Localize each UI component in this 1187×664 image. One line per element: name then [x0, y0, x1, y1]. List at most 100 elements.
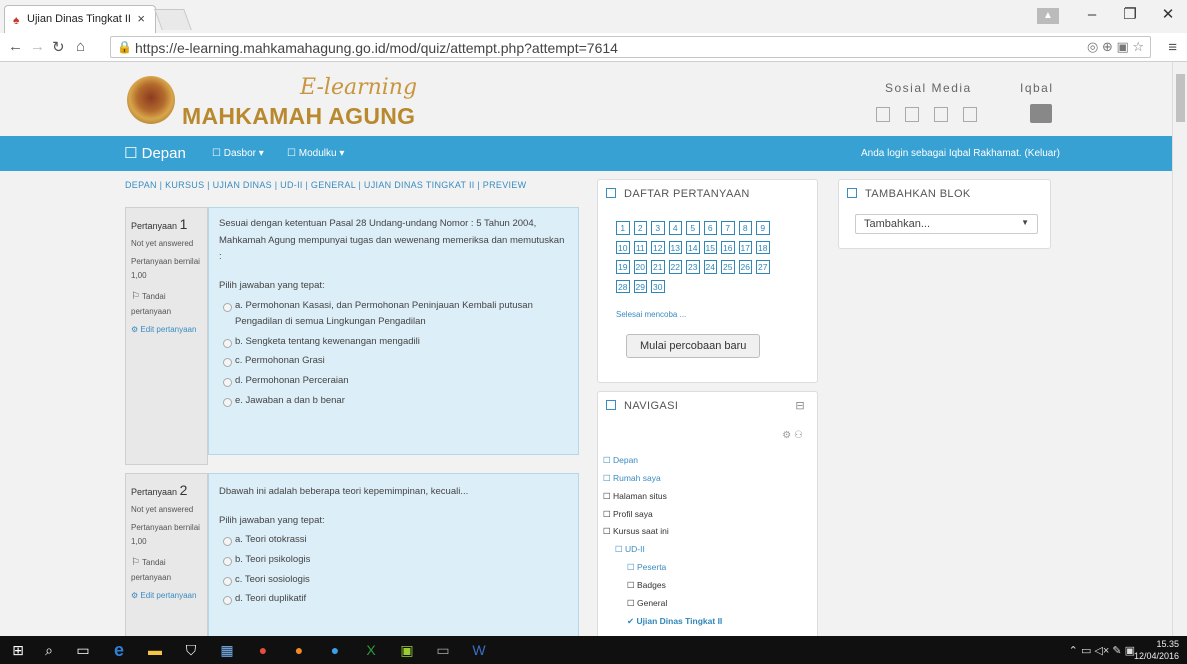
page-scrollbar[interactable]	[1172, 62, 1187, 636]
new-tab-button[interactable]	[154, 9, 192, 30]
question-number-button[interactable]: 23	[686, 260, 700, 274]
answer-option[interactable]: c. Permohonan Grasi	[219, 353, 568, 370]
answer-option[interactable]: d. Teori duplikatif	[219, 591, 568, 608]
question-number-button[interactable]: 19	[616, 260, 630, 274]
question-number-button[interactable]: 3	[651, 221, 665, 235]
add-block-select[interactable]: Tambahkan... ▼	[855, 214, 1038, 234]
nav-tree-item[interactable]: ☐ Depan	[603, 452, 722, 470]
question-number-button[interactable]: 15	[703, 240, 717, 254]
answer-option[interactable]: a. Permohonan Kasasi, dan Permohonan Pen…	[219, 298, 568, 331]
edge-icon[interactable]: e	[109, 640, 129, 660]
question-number-button[interactable]: 24	[703, 260, 717, 274]
question-number-button[interactable]: 11	[633, 240, 647, 254]
question-number-button[interactable]: 13	[668, 240, 682, 254]
nav-tree-item[interactable]: ☐ Rumah saya	[603, 470, 722, 488]
question-number-button[interactable]: 20	[633, 260, 647, 274]
extension-icons[interactable]: ◎ ⊕ ▣ ☆	[1087, 39, 1144, 55]
question-number-button[interactable]: 17	[738, 240, 752, 254]
block-actions-icon[interactable]: ⚙ ⚇	[782, 430, 803, 441]
question-number-button[interactable]: 28	[616, 279, 630, 293]
project-icon[interactable]: ▣	[397, 640, 417, 660]
nav-tree-item[interactable]: ☐ Profil saya	[603, 506, 722, 524]
question-number-button[interactable]: 8	[738, 221, 752, 235]
answer-option[interactable]: e. Jawaban a dan b benar	[219, 393, 568, 410]
question-number-button[interactable]: 29	[633, 279, 647, 293]
social-icon[interactable]	[905, 107, 919, 122]
mahkamah-agung-logo[interactable]	[127, 76, 175, 124]
nav-tree-item[interactable]: ☐ Halaman situs	[603, 488, 722, 506]
avatar[interactable]	[1030, 104, 1052, 123]
question-number-button[interactable]: 2	[633, 221, 647, 235]
login-info[interactable]: Anda login sebagai Iqbal Rakhamat. (Kelu…	[861, 148, 1060, 159]
reload-icon[interactable]: ↻	[52, 38, 65, 56]
user-name[interactable]: Iqbal	[1020, 81, 1054, 95]
collapse-icon[interactable]: ⊟	[795, 399, 805, 412]
question-number-button[interactable]: 10	[616, 240, 630, 254]
search-icon[interactable]: ⌕	[39, 640, 59, 660]
question-number-button[interactable]: 5	[686, 221, 700, 235]
question-number-button[interactable]: 14	[686, 240, 700, 254]
store-icon[interactable]: ⛉	[181, 640, 201, 660]
social-icon[interactable]	[934, 107, 948, 122]
nav-tree-item[interactable]: ☐ Badges	[603, 577, 722, 595]
nav-tree-item[interactable]: ☐ UD-II	[603, 541, 722, 559]
social-icon[interactable]	[963, 107, 977, 122]
question-number-button[interactable]: 1	[616, 221, 630, 235]
minimize-icon[interactable]: –	[1073, 0, 1111, 30]
nav-modulku-dropdown[interactable]: ☐ Modulku ▾	[287, 148, 344, 159]
question-number-button[interactable]: 7	[721, 221, 735, 235]
start-new-attempt-button[interactable]: Mulai percobaan baru	[626, 334, 761, 358]
firefox-icon[interactable]: ●	[289, 640, 309, 660]
question-number-button[interactable]: 25	[721, 260, 735, 274]
clock[interactable]: 15.35 12/04/2016	[1134, 638, 1179, 662]
question-number-button[interactable]: 18	[756, 240, 770, 254]
flag-question[interactable]: ⚐ Tandai pertanyaan	[131, 554, 202, 585]
terminal-icon[interactable]: ▭	[433, 640, 453, 660]
answer-option[interactable]: a. Teori otokrassi	[219, 532, 568, 549]
url-field[interactable]: 🔒 https://e-learning.mahkamahagung.go.id…	[110, 36, 1151, 58]
back-icon[interactable]: ←	[8, 38, 23, 55]
breadcrumb[interactable]: DEPAN | KURSUS | UJIAN DINAS | UD-II | G…	[125, 180, 526, 190]
answer-option[interactable]: d. Permohonan Perceraian	[219, 373, 568, 390]
profile-icon[interactable]: ▲	[1037, 7, 1059, 24]
file-explorer-icon[interactable]: ▬	[145, 640, 165, 660]
word-icon[interactable]: W	[469, 640, 489, 660]
forward-icon[interactable]: →	[30, 38, 45, 55]
home-icon[interactable]: ⌂	[76, 38, 85, 55]
edit-question-link[interactable]: ⚙ Edit pertanyaan	[131, 323, 202, 337]
social-icon[interactable]	[876, 107, 890, 122]
restore-icon[interactable]: ❐	[1111, 0, 1149, 30]
close-tab-icon[interactable]: ×	[137, 11, 145, 26]
question-number-button[interactable]: 12	[651, 240, 665, 254]
question-number-button[interactable]: 9	[756, 221, 770, 235]
chrome-icon[interactable]: ●	[253, 640, 273, 660]
flag-question[interactable]: ⚐ Tandai pertanyaan	[131, 288, 202, 319]
close-window-icon[interactable]: ✕	[1149, 0, 1187, 30]
question-number-button[interactable]: 4	[668, 221, 682, 235]
question-number-button[interactable]: 30	[651, 279, 665, 293]
question-number-button[interactable]: 27	[756, 260, 770, 274]
app-icon[interactable]: ▦	[217, 640, 237, 660]
menu-icon[interactable]: ≡	[1168, 39, 1177, 56]
start-icon[interactable]: ⊞	[8, 640, 28, 660]
nav-tree-item-current[interactable]: ✔ Ujian Dinas Tingkat II	[603, 613, 722, 631]
browser-tab[interactable]: ♠ Ujian Dinas Tingkat II ×	[4, 5, 156, 33]
nav-tree-item[interactable]: ☐ Kursus saat ini	[603, 523, 722, 541]
nav-dasbor-dropdown[interactable]: ☐ Dasbor ▾	[212, 148, 264, 159]
answer-option[interactable]: b. Teori psikologis	[219, 552, 568, 569]
nav-tree-item[interactable]: ☐ Peserta	[603, 559, 722, 577]
edit-question-link[interactable]: ⚙ Edit pertanyaan	[131, 589, 202, 603]
task-view-icon[interactable]: ▭	[73, 640, 93, 660]
system-tray-icons[interactable]: ⌃ ▭ ◁× ✎ ▣	[1069, 644, 1135, 657]
question-number-button[interactable]: 16	[721, 240, 735, 254]
finish-attempt-link[interactable]: Selesai mencoba ...	[616, 310, 686, 319]
question-number-button[interactable]: 26	[738, 260, 752, 274]
answer-option[interactable]: b. Sengketa tentang kewenangan mengadili	[219, 334, 568, 351]
question-number-button[interactable]: 6	[703, 221, 717, 235]
excel-icon[interactable]: X	[361, 640, 381, 660]
scrollbar-thumb[interactable]	[1176, 74, 1185, 122]
question-number-button[interactable]: 22	[668, 260, 682, 274]
question-number-button[interactable]: 21	[651, 260, 665, 274]
answer-option[interactable]: c. Teori sosiologis	[219, 572, 568, 589]
nav-home[interactable]: ☐ Depan	[124, 144, 186, 162]
